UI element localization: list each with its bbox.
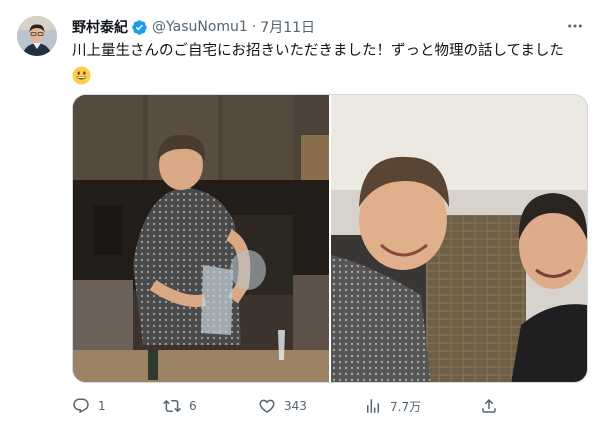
views-count: 7.7万 — [390, 399, 422, 414]
tweet-body: 川上量生さんのご自宅にお招きいただきました！ずっと物理の話してました — [72, 43, 564, 59]
user-handle[interactable]: @YasuNomu1 — [152, 19, 248, 35]
retweet-icon — [163, 399, 181, 413]
action-bar: 1 6 343 7.7万 — [72, 394, 502, 418]
views-button[interactable]: 7.7万 — [364, 394, 421, 418]
like-button[interactable]: 343 — [258, 394, 307, 418]
display-name[interactable]: 野村泰紀 — [72, 17, 128, 37]
views-icon — [367, 399, 379, 413]
share-icon — [482, 398, 496, 413]
tweet: 野村泰紀 @YasuNomu1 · 7月11日 川上量生さんのご自宅にお招きいた… — [0, 0, 600, 424]
grinning-face-emoji-icon — [72, 66, 91, 85]
photo-2[interactable] — [331, 95, 587, 382]
separator-dot: · — [251, 19, 257, 35]
retweet-count: 6 — [189, 399, 197, 413]
like-icon — [259, 399, 275, 413]
tweet-text: 川上量生さんのご自宅にお招きいただきました！ずっと物理の話してました — [72, 40, 592, 88]
retweet-button[interactable]: 6 — [163, 394, 197, 418]
avatar[interactable] — [17, 16, 57, 56]
like-count: 343 — [284, 399, 307, 413]
tweet-header: 野村泰紀 @YasuNomu1 · 7月11日 — [72, 17, 315, 37]
share-button[interactable] — [480, 394, 498, 418]
more-icon[interactable] — [564, 15, 586, 37]
photo-1[interactable] — [73, 95, 329, 382]
reply-icon — [73, 398, 89, 414]
reply-count: 1 — [98, 399, 106, 413]
verified-badge-icon — [131, 19, 148, 36]
tweet-date[interactable]: 7月11日 — [260, 17, 315, 37]
media-grid — [72, 94, 588, 383]
reply-button[interactable]: 1 — [72, 394, 106, 418]
